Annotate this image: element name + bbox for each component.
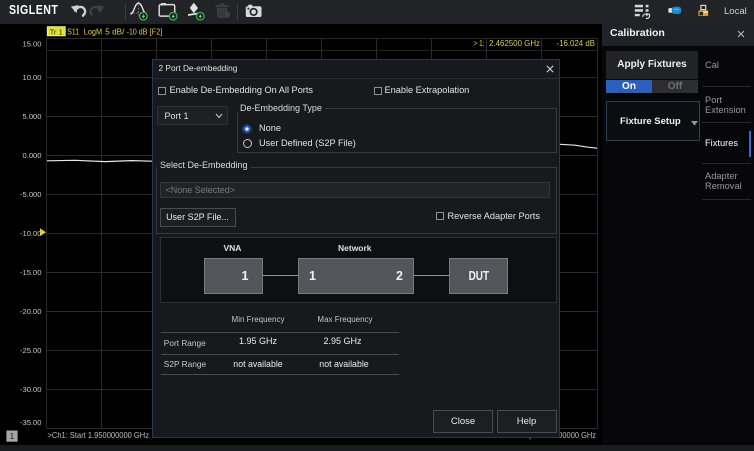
svg-text:5.000: 5.000: [22, 112, 41, 121]
svg-text:10.00: 10.00: [22, 73, 41, 82]
svg-text:1: 1: [10, 432, 15, 441]
svg-text:-15.00: -15.00: [20, 268, 42, 277]
svg-text:-35.00: -35.00: [20, 418, 42, 427]
svg-text:Tr 1: Tr 1: [50, 27, 63, 36]
svg-text:-5.000: -5.000: [20, 190, 42, 199]
svg-text:S11: S11: [67, 28, 79, 37]
svg-text:-10.00: -10.00: [20, 229, 42, 238]
svg-text:-10 dB: -10 dB: [127, 28, 148, 37]
svg-text:15.00: 15.00: [22, 40, 41, 49]
svg-text:2.462500 GHz: 2.462500 GHz: [489, 38, 540, 48]
svg-text:-16.024 dB: -16.024 dB: [557, 38, 596, 48]
svg-text:Local: Local: [724, 6, 747, 17]
svg-text:-30.00: -30.00: [20, 385, 42, 394]
svg-text:LogM: LogM: [84, 28, 102, 37]
svg-text:> 1:: > 1:: [474, 38, 485, 48]
svg-text:0.000: 0.000: [22, 151, 41, 160]
svg-text:>Ch1: Start 1.950000000 GHz: >Ch1: Start 1.950000000 GHz: [48, 431, 150, 440]
svg-text:[F2]: [F2]: [150, 28, 163, 37]
svg-text:-20.00: -20.00: [20, 307, 42, 316]
svg-text:-25.00: -25.00: [20, 346, 42, 355]
svg-text:5 dB/: 5 dB/: [105, 28, 125, 37]
